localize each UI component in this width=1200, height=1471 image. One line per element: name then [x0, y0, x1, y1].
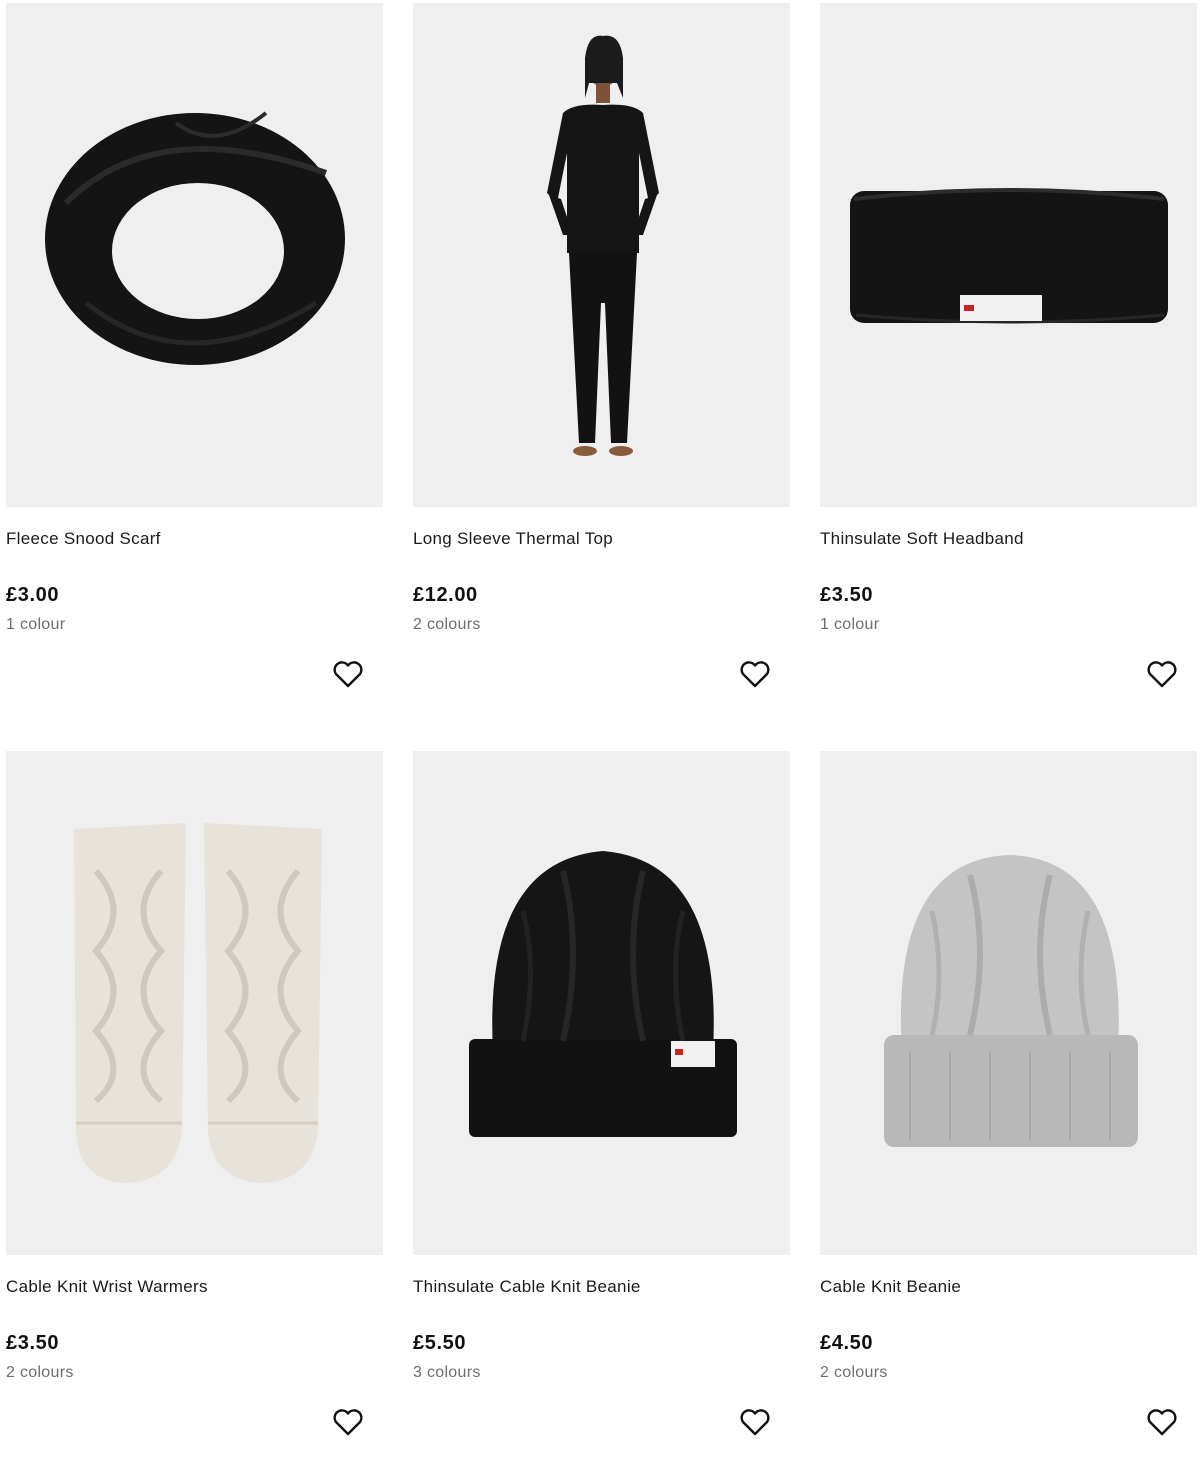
product-price: £12.00 — [413, 584, 478, 606]
product-card[interactable]: Cable Knit Wrist Warmers £3.50 2 colours — [6, 751, 383, 1471]
product-colours: 1 colour — [820, 616, 880, 633]
headband-image — [850, 188, 1168, 324]
wishlist-heart-button[interactable] — [330, 1404, 366, 1440]
product-image-headband[interactable] — [820, 3, 1197, 507]
product-colours: 3 colours — [413, 1364, 481, 1381]
snood-scarf-image — [45, 111, 345, 365]
wishlist-heart-button[interactable] — [737, 656, 773, 692]
product-title[interactable]: Long Sleeve Thermal Top — [413, 529, 613, 549]
black-beanie-image — [469, 851, 737, 1137]
wishlist-heart-button[interactable] — [1144, 656, 1180, 692]
heart-icon — [1147, 661, 1177, 688]
product-price: £3.50 — [820, 584, 874, 606]
product-image-thermal-top[interactable] — [413, 3, 790, 507]
product-title[interactable]: Cable Knit Wrist Warmers — [6, 1277, 208, 1297]
product-title[interactable]: Thinsulate Soft Headband — [820, 529, 1024, 549]
product-title[interactable]: Thinsulate Cable Knit Beanie — [413, 1277, 641, 1297]
wrist-warmers-image — [74, 823, 322, 1183]
product-title[interactable]: Cable Knit Beanie — [820, 1277, 961, 1297]
product-grid: Fleece Snood Scarf £3.00 1 colour Long S… — [0, 0, 1200, 1439]
heart-icon — [333, 1409, 363, 1436]
product-card[interactable]: Thinsulate Cable Knit Beanie £5.50 3 col… — [413, 751, 790, 1471]
heart-icon — [1147, 1409, 1177, 1436]
product-title[interactable]: Fleece Snood Scarf — [6, 529, 161, 549]
product-card[interactable]: Fleece Snood Scarf £3.00 1 colour — [6, 3, 383, 723]
product-colours: 2 colours — [413, 616, 481, 633]
product-card[interactable]: Cable Knit Beanie £4.50 2 colours — [820, 751, 1197, 1471]
product-colours: 1 colour — [6, 616, 66, 633]
wishlist-heart-button[interactable] — [1144, 1404, 1180, 1440]
wishlist-heart-button[interactable] — [737, 1404, 773, 1440]
product-image-snood-scarf[interactable] — [6, 3, 383, 507]
product-image-black-beanie[interactable] — [413, 751, 790, 1255]
product-price: £5.50 — [413, 1332, 467, 1354]
product-price: £4.50 — [820, 1332, 874, 1354]
grey-beanie-image — [884, 855, 1138, 1147]
product-card[interactable]: Long Sleeve Thermal Top £12.00 2 colours — [413, 3, 790, 723]
heart-icon — [740, 661, 770, 688]
wishlist-heart-button[interactable] — [330, 656, 366, 692]
product-price: £3.50 — [6, 1332, 60, 1354]
heart-icon — [333, 661, 363, 688]
product-image-grey-beanie[interactable] — [820, 751, 1197, 1255]
product-card[interactable]: Thinsulate Soft Headband £3.50 1 colour — [820, 3, 1197, 723]
product-image-wrist-warmers[interactable] — [6, 751, 383, 1255]
product-price: £3.00 — [6, 584, 60, 606]
thermal-top-model-image — [547, 35, 659, 456]
product-colours: 2 colours — [820, 1364, 888, 1381]
heart-icon — [740, 1409, 770, 1436]
product-colours: 2 colours — [6, 1364, 74, 1381]
